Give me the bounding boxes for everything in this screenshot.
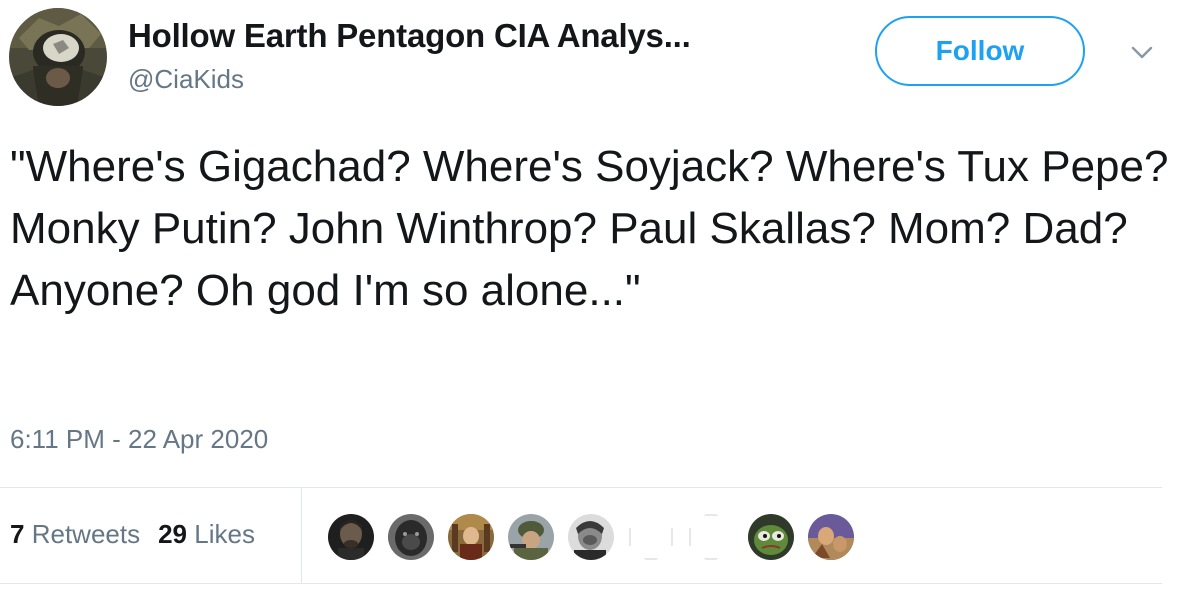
- tweet-text: "Where's Gigachad? Where's Soyjack? Wher…: [10, 142, 1169, 315]
- tweet-timestamp[interactable]: 6:11 PM - 22 Apr 2020: [10, 424, 268, 455]
- liker-avatar-6[interactable]: [628, 514, 674, 560]
- military-helmet-avatar-icon: [9, 8, 107, 106]
- liker-avatar-2[interactable]: [388, 514, 434, 560]
- likes-count: 29: [158, 519, 188, 549]
- bw-portrait-avatar-icon: [568, 514, 614, 560]
- liker-avatar-4[interactable]: [508, 514, 554, 560]
- author-display-name[interactable]: Hollow Earth Pentagon CIA Analys...: [128, 17, 691, 55]
- painting-avatar-icon: [448, 514, 494, 560]
- follow-button[interactable]: Follow: [875, 16, 1085, 86]
- divider: [0, 583, 1162, 584]
- purple-painting-avatar-icon: [808, 514, 854, 560]
- stats-separator: [301, 488, 302, 583]
- liker-avatar-7[interactable]: [688, 514, 734, 560]
- likes-label: Likes: [194, 519, 255, 549]
- likes-stat[interactable]: 29 Likes: [158, 519, 255, 549]
- liker-avatar-8[interactable]: [748, 514, 794, 560]
- gorilla-avatar-icon: [388, 514, 434, 560]
- retweets-label: Retweets: [31, 519, 141, 549]
- blank-avatar-icon: [628, 514, 674, 560]
- liker-avatar-5[interactable]: [568, 514, 614, 560]
- retweets-count: 7: [10, 519, 25, 549]
- soldier-avatar-icon: [508, 514, 554, 560]
- pepe-avatar-icon: [748, 514, 794, 560]
- tweet-card: Hollow Earth Pentagon CIA Analys... @Cia…: [0, 0, 1199, 596]
- author-handle[interactable]: @CiaKids: [128, 64, 244, 95]
- chevron-down-icon[interactable]: [1128, 38, 1156, 66]
- blank-avatar-icon: [688, 514, 734, 560]
- liker-avatar-3[interactable]: [448, 514, 494, 560]
- author-avatar[interactable]: [9, 8, 107, 106]
- retweets-stat[interactable]: 7 Retweets: [10, 519, 140, 549]
- man-dark-avatar-icon: [328, 514, 374, 560]
- liker-avatar-1[interactable]: [328, 514, 374, 560]
- tweet-stats: 7 Retweets 29 Likes: [10, 519, 255, 550]
- divider: [0, 487, 1162, 488]
- liker-avatar-9[interactable]: [808, 514, 854, 560]
